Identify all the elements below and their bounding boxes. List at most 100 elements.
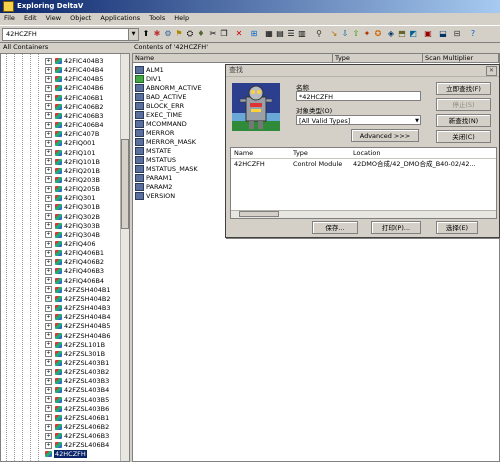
scroll-thumb[interactable] [121,139,129,229]
expand-icon[interactable]: + [45,149,52,156]
param-item[interactable]: MERROR [135,129,174,138]
expand-icon[interactable]: + [45,84,52,92]
param-item[interactable]: VERSION [135,192,175,201]
tree-item[interactable]: +42FIQ406 [45,240,95,249]
close-icon[interactable]: ✕ [486,66,497,76]
param-item[interactable]: EXEC_TIME [135,111,182,120]
tree-item-selected[interactable]: 42HCZFH [45,450,87,459]
result-header-type[interactable]: Type [293,149,308,157]
tree-item[interactable]: +42FIQ203B [45,176,100,185]
location-combo[interactable]: 42HCZFH ▼ [2,28,139,41]
tree-item[interactable]: +42FIQ406B4 [45,277,104,286]
tree-item[interactable]: +42FIC404B6 [45,84,103,93]
expand-icon[interactable]: + [45,57,52,65]
properties-icon[interactable]: ⊞ [249,29,259,39]
tree-item[interactable]: +42FIC407B [45,130,99,139]
expand-icon[interactable]: + [45,94,52,102]
tree-item[interactable]: +42FIC406B2 [45,103,103,112]
tree-item[interactable]: +42FIC406B4 [45,121,103,130]
expand-icon[interactable]: + [45,231,52,239]
tree-scrollbar[interactable] [120,54,129,461]
tree-item[interactable]: +42FIQ301B [45,203,100,212]
assign-icon[interactable]: ↘ [329,29,339,39]
tree-item[interactable]: +42FZSH404B2 [45,295,110,304]
result-row-type[interactable]: Control Module [293,160,342,168]
result-header-location[interactable]: Location [353,149,381,157]
tree-item[interactable]: +42FZSL403B4 [45,386,109,395]
tree-item[interactable]: +42FIC404B3 [45,57,103,66]
expand-icon[interactable]: + [45,176,52,184]
find-now-button[interactable]: 立即查找(F) [436,82,491,95]
tree-item[interactable]: +42FZSL403B5 [45,396,109,405]
expand-icon[interactable]: + [45,432,52,440]
expand-icon[interactable]: + [45,304,52,312]
up-folder-icon[interactable]: ⬆ [141,29,151,39]
tree-item[interactable]: +42FIQ303B [45,222,100,231]
stop-button[interactable]: 停止(S) [436,98,491,111]
expand-icon[interactable]: + [45,75,52,83]
name-input[interactable]: *42HCZFH [296,91,421,101]
expand-icon[interactable]: + [45,203,52,211]
tree-item[interactable]: +42FZSL406B2 [45,423,109,432]
print-button[interactable]: 打印(P)... [371,221,421,234]
expand-icon[interactable]: + [45,359,52,367]
param-item[interactable]: MSTATUS [135,156,176,165]
expand-icon[interactable]: + [45,377,52,385]
upload-icon[interactable]: ⇧ [351,29,361,39]
expand-icon[interactable]: + [45,341,52,349]
tree-item[interactable]: +42FZSH404B5 [45,322,110,331]
results-hscrollbar[interactable] [231,210,496,218]
tree-item[interactable]: +42FIC404B4 [45,66,103,75]
menu-tools[interactable]: Tools [149,14,165,22]
param-item[interactable]: BLOCK_ERR [135,102,184,111]
menu-edit[interactable]: Edit [24,14,37,22]
select-button[interactable]: 选择(E) [436,221,478,234]
expand-icon[interactable]: + [45,396,52,404]
result-row-location[interactable]: 42DMO合成/42_DMO合成_B40-02/42... [353,160,476,168]
hscroll-thumb[interactable] [239,211,279,217]
type-select[interactable]: [All Valid Types] ▼ [296,115,421,125]
tree-item[interactable]: +42FIQ201B [45,167,100,176]
expand-icon[interactable]: + [45,112,52,120]
expand-icon[interactable]: + [45,277,52,285]
find-icon[interactable]: ⚲ [314,29,324,39]
param-item[interactable]: DIV1 [135,75,162,84]
expand-icon[interactable]: + [45,249,52,257]
expand-icon[interactable]: + [45,158,52,166]
help-icon[interactable]: ? [468,29,478,39]
large-icons-icon[interactable]: ▦ [264,29,274,39]
param-item[interactable]: MSTATE [135,147,171,156]
expand-icon[interactable]: + [45,322,52,330]
delete-icon[interactable]: ✕ [234,29,244,39]
tool-icon-5[interactable]: ♦ [196,29,206,39]
expand-icon[interactable]: + [45,405,52,413]
tree-item[interactable]: +42FZSL101B [45,341,105,350]
expand-icon[interactable]: + [45,332,52,339]
tree-item[interactable]: +42FZSL403B2 [45,368,109,377]
param-item[interactable]: BAD_ACTIVE [135,93,186,102]
tree-item[interactable]: +42FIQ001 [45,139,95,148]
result-header-name[interactable]: Name [234,149,253,157]
tool-icon-10[interactable]: ◩ [408,29,418,39]
tree-item[interactable]: +42FZSH404B4 [45,313,110,322]
param-item[interactable]: ALM1 [135,66,164,75]
tree-item[interactable]: +42FIQ301 [45,194,95,203]
chevron-down-icon[interactable]: ▼ [128,29,138,40]
tree-item[interactable]: +42FIC406B3 [45,112,103,121]
expand-icon[interactable]: + [45,441,52,449]
tree-item[interactable]: +42FIC406B1 [45,94,103,103]
param-item[interactable]: PARAM1 [135,174,172,183]
tree-item[interactable]: +42FZSH404B6 [45,332,110,341]
expand-icon[interactable]: + [45,386,52,394]
expand-icon[interactable]: + [45,194,52,202]
tool-icon-4[interactable]: ⛭ [185,29,195,39]
tree-item[interactable]: +42FZSL403B3 [45,377,109,386]
expand-icon[interactable]: + [45,130,52,138]
tool-icon-9[interactable]: ⬒ [397,29,407,39]
tree-item[interactable]: +42FZSH404B3 [45,304,110,313]
tool-icon-2[interactable]: ⚙ [163,29,173,39]
expand-icon[interactable]: + [45,286,52,294]
close-button[interactable]: 关闭(C) [436,130,491,143]
tree-item[interactable]: +42FIQ406B2 [45,258,104,267]
tree-item[interactable]: +42FIQ302B [45,213,100,222]
